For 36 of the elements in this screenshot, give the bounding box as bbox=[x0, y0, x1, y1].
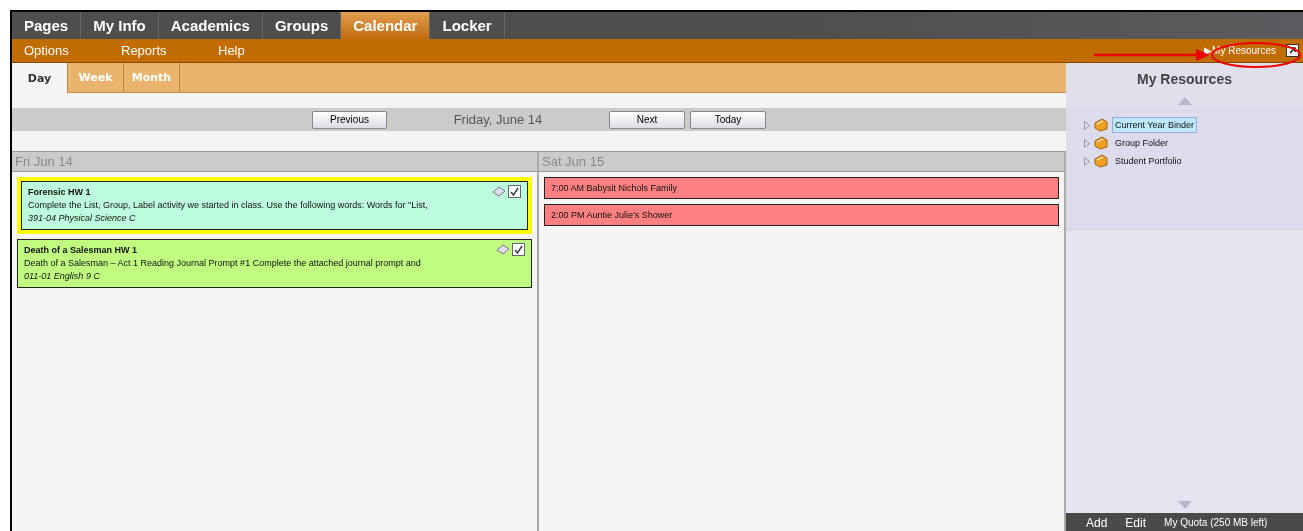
done-checkbox[interactable] bbox=[508, 185, 521, 198]
tree-item[interactable]: Current Year Binder bbox=[1112, 117, 1198, 133]
assignment-title: Forensic HW 1 bbox=[28, 186, 91, 199]
scroll-down-icon bbox=[1177, 501, 1192, 509]
menu-item[interactable]: Options bbox=[24, 43, 109, 58]
day-heading: Sat Jun 15 bbox=[539, 152, 1064, 172]
menu-item[interactable]: Reports bbox=[121, 43, 206, 58]
menu-item[interactable]: Help bbox=[218, 43, 303, 58]
expand-icon[interactable] bbox=[1084, 120, 1090, 130]
panel-title: My Resources bbox=[1136, 71, 1233, 87]
tree-item[interactable]: Group Folder bbox=[1112, 135, 1172, 151]
folder-icon bbox=[1094, 154, 1108, 168]
folder-icon bbox=[1094, 136, 1108, 150]
current-date: Friday, June 14 bbox=[452, 112, 544, 127]
event-entry[interactable]: 2:00 PM Auntie Julie's Shower bbox=[544, 204, 1059, 226]
edit-link[interactable]: Edit bbox=[1125, 517, 1147, 529]
course-name: 011-01 English 9 C bbox=[24, 270, 101, 283]
view-tab[interactable]: Day bbox=[12, 63, 68, 93]
done-checkbox[interactable] bbox=[512, 243, 525, 256]
tree-item[interactable]: Student Portfolio bbox=[1112, 153, 1185, 169]
assignment-card[interactable]: Death of a Salesman HW 1 Death of a Salesman – Act 1 Reading Journal Prompt #1 Complete the attached journal prompt and 011-01 English 9 C bbox=[17, 239, 532, 288]
scroll-up-icon bbox=[1177, 97, 1192, 105]
add-link[interactable]: Add bbox=[1086, 517, 1108, 529]
event-entry[interactable]: 7:00 AM Babysit Nichols Family bbox=[544, 177, 1059, 199]
course-name: 391-04 Physical Science C bbox=[28, 212, 137, 225]
quota-text: My Quota (250 MB left) bbox=[1164, 518, 1268, 528]
today-button[interactable]: Today bbox=[690, 110, 766, 129]
assignment-title: Death of a Salesman HW 1 bbox=[24, 244, 138, 257]
previous-button[interactable]: Previous bbox=[312, 110, 387, 129]
assignment-text: Death of a Salesman – Act 1 Reading Journal Prompt #1 Complete the attached journal prompt and bbox=[24, 257, 422, 270]
day-heading: Fri Jun 14 bbox=[12, 152, 537, 172]
folder-icon bbox=[1094, 118, 1108, 132]
expand-icon[interactable] bbox=[1084, 156, 1090, 166]
expand-icon[interactable] bbox=[1084, 138, 1090, 148]
next-button[interactable]: Next bbox=[609, 110, 685, 129]
assignment-text: Complete the List, Group, Label activity we started in class. Use the following words: Words for "List, bbox=[28, 199, 429, 212]
